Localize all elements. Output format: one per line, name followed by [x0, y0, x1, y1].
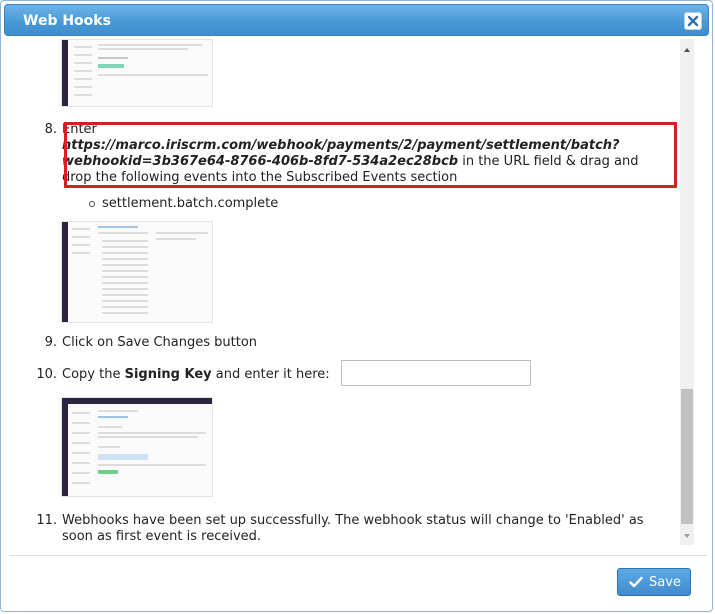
- scroll-up-arrow-icon[interactable]: [680, 43, 694, 57]
- step-10-number: 10.: [36, 367, 57, 382]
- subscribed-event-item: settlement.batch.complete: [102, 196, 279, 211]
- footer-divider: [9, 555, 707, 556]
- dialog-content: 8. Enter https://marco.iriscrm.com/webho…: [9, 39, 697, 547]
- step-11-line-1: Webhooks have been set up successfully. …: [62, 513, 644, 528]
- signing-key-label: Signing Key: [124, 367, 212, 382]
- dialog-title: Web Hooks: [23, 13, 111, 29]
- step-10-text: Copy the Signing Key and enter it here:: [62, 367, 330, 382]
- scrollbar-thumb[interactable]: [681, 389, 693, 524]
- instruction-screenshot-1: [61, 39, 213, 107]
- step-9-text: Click on Save Changes button: [62, 335, 258, 350]
- bullet-marker: [89, 201, 95, 207]
- webhooks-dialog: Web Hooks 8. Enter https://marco.iriscrm…: [0, 0, 713, 612]
- step-11-number: 11.: [36, 513, 57, 528]
- save-button-label: Save: [649, 575, 681, 590]
- vertical-scrollbar[interactable]: [680, 39, 694, 545]
- dialog-titlebar[interactable]: Web Hooks: [4, 4, 709, 36]
- step-10-suffix: and enter it here:: [211, 367, 330, 382]
- step-8-number: 8.: [44, 122, 57, 137]
- step-11-line-2: soon as first event is received.: [62, 529, 262, 544]
- signing-key-input[interactable]: [341, 360, 531, 386]
- step-9-number: 9.: [44, 335, 57, 350]
- instruction-screenshot-2: [61, 221, 213, 323]
- check-icon: [629, 576, 643, 588]
- save-button[interactable]: Save: [617, 568, 691, 596]
- close-icon: [687, 15, 699, 27]
- url-highlight-box: [64, 122, 677, 188]
- close-button[interactable]: [684, 12, 702, 30]
- scroll-down-arrow-icon[interactable]: [680, 529, 694, 543]
- instruction-screenshot-3: [61, 397, 213, 497]
- step-10-prefix: Copy the: [62, 367, 125, 382]
